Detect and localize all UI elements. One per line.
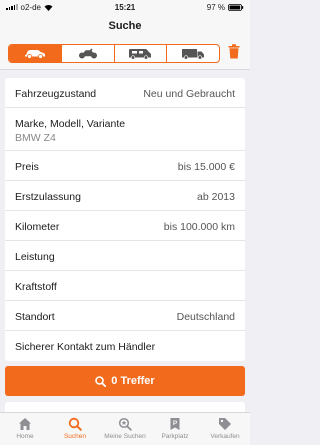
status-right: 97 % (207, 3, 244, 12)
filter-label: Fahrzeugzustand (15, 88, 97, 100)
filter-row-secure-contact[interactable]: Sicherer Kontakt zum Händler (5, 331, 245, 361)
wifi-icon (44, 4, 53, 11)
status-time: 15:21 (114, 2, 136, 12)
car-icon (24, 50, 45, 59)
tab-label: Meine Suchen (104, 433, 146, 440)
tab-bar: Home Suchen Meine Suchen P Parkplatz Ver… (0, 412, 250, 445)
filter-value: bis 15.000 € (177, 161, 235, 173)
filter-list: Fahrzeugzustand Neu und Gebraucht Marke,… (5, 78, 245, 361)
filter-label: Kraftstoff (15, 281, 57, 293)
filter-label: Preis (15, 161, 39, 173)
filter-label: Kilometer (15, 221, 60, 233)
motorhome-icon (129, 48, 152, 60)
filter-row-registration[interactable]: Erstzulassung ab 2013 (5, 181, 245, 211)
search-icon (95, 375, 107, 387)
tab-parking[interactable]: P Parkplatz (150, 413, 200, 445)
vehicle-type-car[interactable] (9, 45, 61, 62)
vehicle-type-motorcycle[interactable] (60, 45, 114, 62)
filter-row-location[interactable]: Standort Deutschland (5, 301, 245, 331)
results-count-label: 0 Treffer (111, 375, 155, 387)
status-bar: o2-de 15:21 97 % (0, 0, 250, 14)
sell-tag-icon (219, 418, 231, 430)
parking-icon: P (170, 418, 180, 430)
status-left: o2-de (6, 3, 53, 12)
filter-label: Standort (15, 311, 55, 323)
saved-search-icon (118, 417, 132, 431)
vehicle-type-selector (8, 44, 220, 63)
signal-icon (6, 4, 18, 10)
vehicle-type-truck[interactable] (166, 45, 219, 62)
tab-sell[interactable]: Verkaufen (200, 413, 250, 445)
tab-saved-searches[interactable]: Meine Suchen (100, 413, 150, 445)
battery-percent: 97 % (206, 2, 225, 12)
show-results-button[interactable]: 0 Treffer (5, 366, 245, 396)
filter-row-price[interactable]: Preis bis 15.000 € (5, 151, 245, 181)
tab-label: Home (16, 433, 34, 440)
svg-text:P: P (173, 420, 178, 427)
filter-label: Leistung (15, 251, 55, 263)
filter-label: Sicherer Kontakt zum Händler (15, 341, 156, 353)
filter-value: Neu und Gebraucht (143, 88, 235, 100)
tab-home[interactable]: Home (0, 413, 50, 445)
page-title: Suche (108, 20, 142, 32)
filter-value: Deutschland (176, 311, 235, 323)
battery-icon (228, 3, 244, 11)
tab-label: Suchen (63, 433, 87, 440)
filter-row-fuel[interactable]: Kraftstoff (5, 271, 245, 301)
truck-icon (182, 48, 205, 60)
tab-label: Parkplatz (161, 433, 189, 440)
vehicle-type-motorhome[interactable] (113, 45, 167, 62)
filter-label: Erstzulassung (15, 191, 81, 203)
filter-row-condition[interactable]: Fahrzeugzustand Neu und Gebraucht (5, 78, 245, 108)
tab-search[interactable]: Suchen (50, 413, 100, 445)
filter-row-make-model[interactable]: Marke, Modell, Variante BMW Z4 (5, 108, 245, 151)
trash-icon[interactable] (228, 44, 240, 64)
filter-value: BMW Z4 (15, 132, 56, 144)
header: Suche (0, 14, 250, 70)
tab-label: Verkaufen (210, 433, 240, 440)
filter-label: Marke, Modell, Variante (15, 118, 126, 130)
motorcycle-icon (78, 48, 97, 59)
filter-row-mileage[interactable]: Kilometer bis 100.000 km (5, 211, 245, 241)
carrier-label: o2-de (20, 2, 41, 12)
home-icon (19, 418, 31, 430)
filter-value: bis 100.000 km (163, 221, 235, 233)
filter-row-power[interactable]: Leistung (5, 241, 245, 271)
filter-value: ab 2013 (197, 191, 235, 203)
search-icon (68, 417, 82, 431)
